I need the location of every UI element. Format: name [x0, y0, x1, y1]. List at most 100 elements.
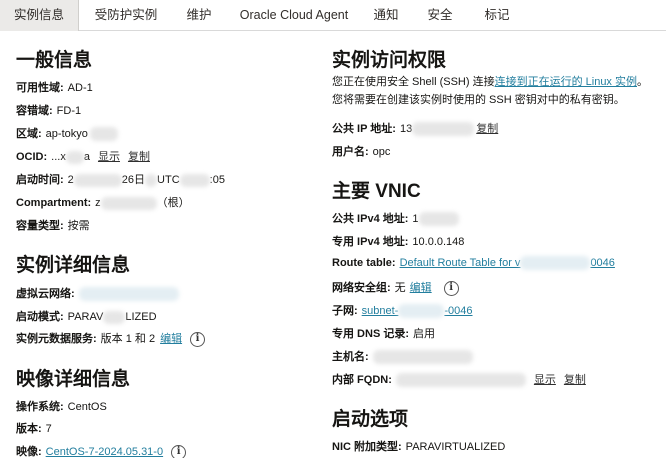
ocid-show-link[interactable]: 显示 [98, 151, 120, 163]
os-label: 操作系统: [16, 401, 64, 413]
tab-instance-info[interactable]: 实例信息 [0, 0, 79, 31]
ocid-copy-link[interactable]: 复制 [128, 151, 150, 163]
redacted-public-ipv4 [418, 212, 459, 227]
launch-time-c: UTC [157, 174, 180, 186]
ssh-connect-link[interactable]: 连接到正在运行的 Linux 实例 [495, 76, 637, 88]
nic-value: PARAVIRTUALIZED [405, 441, 506, 453]
imds-label: 实例元数据服务: [16, 333, 97, 345]
compartment-row: Compartment: z （根） [16, 194, 190, 210]
tab-bar: 实例信息 受防护实例 维护 Oracle Cloud Agent 通知 安全 标… [0, 0, 666, 31]
os-row: 操作系统: CentOS [16, 398, 107, 414]
nsg-edit-link[interactable]: 编辑 [410, 282, 432, 294]
redacted-fqdn [395, 373, 526, 388]
launch-time-row: 启动时间: 2 26日 UTC :05 [16, 171, 225, 187]
route-table-link-b[interactable]: 0046 [590, 257, 614, 269]
availability-domain-row: 可用性域: AD-1 [16, 79, 93, 95]
info-icon[interactable]: i [171, 444, 187, 458]
ad-label: 可用性域: [16, 82, 64, 94]
capacity-type-row: 容量类型: 按需 [16, 217, 90, 233]
hostname-row: 主机名: [332, 348, 473, 365]
instance-access-heading: 实例访问权限 [332, 50, 447, 71]
subnet-label: 子网: [332, 305, 358, 317]
launch-time-label: 启动时间: [16, 174, 64, 186]
launch-time-a: 2 [67, 174, 74, 186]
fqdn-label: 内部 FQDN: [332, 374, 392, 386]
public-ip-copy-link[interactable]: 复制 [476, 123, 498, 135]
launch-time-d: :05 [209, 174, 225, 186]
fd-value: FD-1 [56, 105, 82, 117]
version-value: 7 [45, 423, 52, 435]
launch-mode-label: 启动模式: [16, 311, 64, 323]
primary-vnic-heading: 主要 VNIC [332, 181, 421, 202]
tab-oracle-cloud-agent[interactable]: Oracle Cloud Agent [232, 0, 356, 31]
info-icon[interactable]: i [443, 280, 459, 296]
username-label: 用户名: [332, 146, 369, 158]
route-table-row: Route table: Default Route Table for v 004… [332, 256, 615, 270]
info-icon[interactable]: i [190, 331, 206, 347]
username-value: opc [372, 146, 391, 158]
capacity-label: 容量类型: [16, 220, 64, 232]
fault-domain-row: 容错域: FD-1 [16, 102, 81, 118]
redacted-time-1 [73, 173, 122, 187]
subnet-link-a[interactable]: subnet- [362, 305, 399, 317]
launch-options-heading: 启动选项 [332, 409, 409, 430]
redacted-mode [103, 310, 126, 324]
compartment-value-a: z [95, 197, 101, 209]
ssh-access-description: 您正在使用安全 Shell (SSH) 连接连接到正在运行的 Linux 实例。… [332, 73, 652, 109]
redacted-hostname [372, 350, 473, 365]
ocid-row: OCID: ...x a 显示 复制 [16, 148, 150, 164]
private-ipv4-row: 专用 IPv4 地址: 10.0.0.148 [332, 233, 464, 249]
public-ip-row: 公共 IP 地址: 13 复制 [332, 120, 498, 137]
tab-tags[interactable]: 标记 [475, 0, 519, 31]
image-details-heading: 映像详细信息 [16, 369, 131, 390]
vcn-row: 虚拟云网络: [16, 285, 179, 302]
redacted-time-3 [179, 173, 210, 187]
fqdn-copy-link[interactable]: 复制 [564, 374, 586, 386]
subnet-row: 子网: subnet- -0046 [332, 302, 473, 319]
imds-row: 实例元数据服务: 版本 1 和 2 编辑 i [16, 330, 206, 347]
launch-time-b: 26日 [121, 174, 146, 186]
tab-notifications[interactable]: 通知 [364, 0, 408, 31]
public-ipv4-value: 1 [412, 213, 419, 225]
region-row: 区域: ap-tokyo [16, 125, 118, 142]
launch-mode-a: PARAV [67, 311, 104, 323]
subnet-link-b[interactable]: -0046 [444, 305, 472, 317]
instance-details-heading: 实例详细信息 [16, 255, 131, 276]
launch-mode-b: LIZED [125, 311, 157, 323]
tab-maintenance[interactable]: 维护 [176, 0, 222, 31]
redacted-time-2 [145, 173, 158, 187]
public-ipv4-label: 公共 IPv4 地址: [332, 213, 409, 225]
ocid-value: ...x [51, 151, 66, 163]
private-ipv4-value: 10.0.0.148 [412, 236, 465, 248]
tab-security[interactable]: 安全 [418, 0, 462, 31]
fd-label: 容错域: [16, 105, 53, 117]
private-dns-row: 专用 DNS 记录: 启用 [332, 325, 435, 341]
nic-attachment-row: NIC 附加类型: PARAVIRTUALIZED [332, 438, 505, 454]
nsg-row: 网络安全组: 无编辑 i [332, 279, 459, 296]
region-value: ap-tokyo [45, 128, 88, 140]
ad-value: AD-1 [67, 82, 93, 94]
version-label: 版本: [16, 423, 42, 435]
nsg-label: 网络安全组: [332, 282, 391, 294]
imds-edit-link[interactable]: 编辑 [160, 333, 182, 345]
nsg-value: 无 [394, 282, 406, 294]
os-value: CentOS [67, 401, 107, 413]
username-row: 用户名: opc [332, 143, 390, 159]
public-ip-value: 13 [399, 123, 413, 135]
vcn-label: 虚拟云网络: [16, 288, 75, 300]
image-row: 映像: CentOS-7-2024.05.31-0 i [16, 443, 187, 458]
image-link[interactable]: CentOS-7-2024.05.31-0 [46, 446, 163, 458]
compartment-label: Compartment: [16, 197, 92, 209]
region-label: 区域: [16, 128, 42, 140]
redacted-vcn-link[interactable] [78, 287, 179, 302]
private-dns-value: 启用 [413, 328, 435, 340]
redacted-ip [412, 122, 475, 137]
ssh-text-pre: 您正在使用安全 Shell (SSH) 连接 [332, 76, 495, 88]
capacity-value: 按需 [67, 220, 90, 232]
tab-shielded-instance[interactable]: 受防护实例 [84, 0, 168, 31]
fqdn-show-link[interactable]: 显示 [534, 374, 556, 386]
redacted-region [89, 127, 118, 142]
general-info-heading: 一般信息 [16, 50, 93, 71]
route-table-link-a[interactable]: Default Route Table for v [400, 257, 521, 269]
imds-value: 版本 1 和 2 [100, 333, 156, 345]
